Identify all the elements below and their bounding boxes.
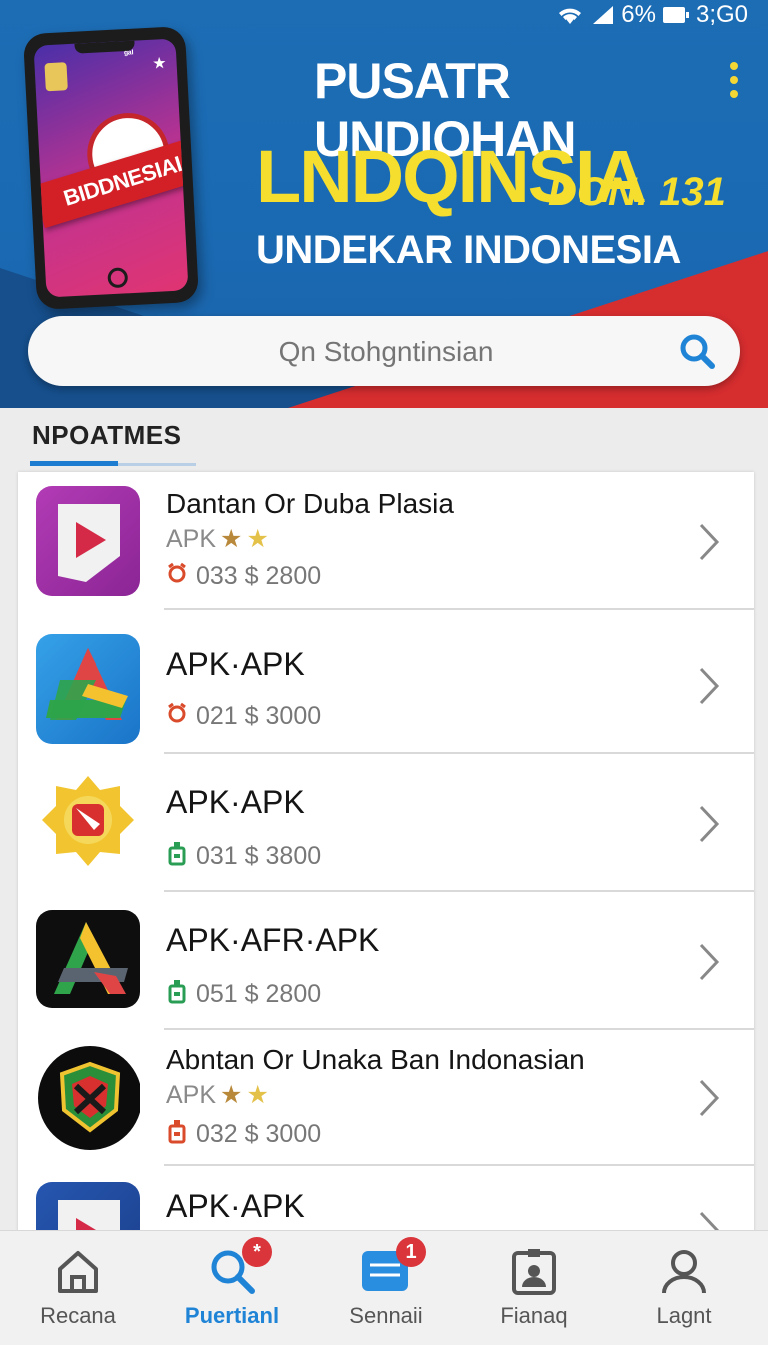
app-price-text: 032 $ 3000 xyxy=(196,1120,322,1148)
app-name: APK·APK xyxy=(166,784,305,820)
bottle-icon xyxy=(166,840,188,873)
app-price: 033 $ 2800 xyxy=(166,562,321,591)
star-icon: ★ xyxy=(246,1081,269,1109)
section-tab-indicator xyxy=(30,461,118,466)
search-icon[interactable] xyxy=(678,332,718,377)
badge-app-icon xyxy=(36,768,140,878)
app-price: 051 $ 2800 xyxy=(166,978,321,1011)
nav-label: Puertianl xyxy=(184,1303,280,1328)
signal-icon xyxy=(591,4,615,26)
star-icon: ★ xyxy=(246,525,269,553)
list-item[interactable]: Abntan Or Unaka Ban Indonasian APK ★ ★ 03… xyxy=(18,1028,754,1166)
phone-home-button-icon xyxy=(107,267,129,289)
list-item[interactable]: APK·APK xyxy=(18,1166,754,1232)
chevron-right-icon[interactable] xyxy=(698,1078,720,1123)
triangle-app-icon xyxy=(36,910,140,1008)
app-name: APK·APK xyxy=(166,1188,305,1224)
nav-label: Recana xyxy=(40,1303,116,1328)
id-badge-icon xyxy=(508,1245,560,1297)
list-item[interactable]: Dantan Or Duba Plasia APK ★ ★ 033 $ 2800 xyxy=(18,472,754,610)
alarm-icon xyxy=(166,702,188,731)
section-title: NPOATMES xyxy=(32,420,182,450)
clock: 3;G0 xyxy=(695,1,748,28)
nav-item-account[interactable]: Lagnt xyxy=(614,1231,754,1345)
header-subtitle-suffix: DON. 131 xyxy=(548,170,726,214)
list-item[interactable]: APK·AFR·APK 051 $ 2800 xyxy=(18,892,754,1030)
app-name: Dantan Or Duba Plasia xyxy=(166,488,454,519)
star-icon: ★ xyxy=(220,525,243,553)
bottle-icon xyxy=(166,1118,188,1151)
app-type: APK ★ ★ xyxy=(166,1080,269,1110)
status-bar: 6% 3;G0 xyxy=(555,0,748,30)
app-price-text: 021 $ 3000 xyxy=(196,702,322,730)
app-list: Dantan Or Duba Plasia APK ★ ★ 033 $ 2800 … xyxy=(18,472,754,1232)
chevron-right-icon[interactable] xyxy=(698,522,720,567)
app-price-text: 033 $ 2800 xyxy=(196,562,322,590)
drive-app-icon xyxy=(36,634,140,744)
app-name: APK·AFR·APK xyxy=(166,922,380,958)
header-banner: 6% 3;G0 ᵍᵃᴵ ★ BIDDNESIAI PUSATR UNDIOHAN… xyxy=(0,0,768,408)
star-icon: ★ xyxy=(151,54,168,73)
app-type-label: APK xyxy=(166,1080,217,1109)
nav-item-home[interactable]: Recana xyxy=(8,1231,148,1345)
battery-icon xyxy=(662,6,690,24)
bottle-icon xyxy=(166,978,188,1011)
section-tab-indicator-track xyxy=(118,463,196,466)
nav-label: Fianaq xyxy=(500,1303,568,1328)
app-price-text: 031 $ 3800 xyxy=(196,842,322,870)
nav-item-messages[interactable]: 1 Sennaii xyxy=(316,1231,456,1345)
app-price: 032 $ 3000 xyxy=(166,1118,321,1151)
nav-label: Lagnt xyxy=(656,1303,712,1328)
app-price: 031 $ 3800 xyxy=(166,840,321,873)
nav-item-profile-card[interactable]: Fianaq xyxy=(464,1231,604,1345)
nav-item-search[interactable]: * Puertianl xyxy=(162,1231,302,1345)
play-app-icon xyxy=(36,1182,140,1232)
phone-mini-text: ᵍᵃᴵ xyxy=(123,48,134,61)
row-divider xyxy=(164,608,754,610)
nav-label: Sennaii xyxy=(349,1303,423,1328)
app-price: 021 $ 3000 xyxy=(166,702,321,731)
chevron-right-icon[interactable] xyxy=(698,1210,720,1232)
more-options-icon[interactable] xyxy=(730,62,738,98)
home-icon xyxy=(52,1245,104,1297)
notification-badge: 1 xyxy=(396,1237,426,1267)
bottom-nav: Recana * Puertianl 1 Sennaii Fianaq Lagn… xyxy=(0,1230,768,1345)
phone-screen: ᵍᵃᴵ ★ BIDDNESIAI xyxy=(33,38,189,298)
chevron-right-icon[interactable] xyxy=(698,666,720,711)
shield-app-icon xyxy=(36,1042,140,1152)
header-tagline: UNDEKAR INDONESIA xyxy=(256,228,681,272)
notification-badge: * xyxy=(242,1237,272,1267)
app-type: APK ★ ★ xyxy=(166,524,269,554)
chevron-right-icon[interactable] xyxy=(698,942,720,987)
wifi-icon xyxy=(555,4,585,26)
list-item[interactable]: APK·APK 021 $ 3000 xyxy=(18,616,754,754)
search-input[interactable] xyxy=(28,316,744,388)
star-icon: ★ xyxy=(220,1081,243,1109)
alarm-icon xyxy=(166,562,188,591)
list-item[interactable]: APK·APK 031 $ 3800 xyxy=(18,754,754,892)
play-app-icon xyxy=(36,486,140,596)
app-name: APK·APK xyxy=(166,646,305,682)
garuda-emblem-icon xyxy=(44,62,68,92)
chevron-right-icon[interactable] xyxy=(698,804,720,849)
user-icon xyxy=(658,1245,710,1297)
phone-illustration: ᵍᵃᴵ ★ BIDDNESIAI xyxy=(22,25,200,311)
battery-percent: 6% xyxy=(621,1,656,28)
app-name: Abntan Or Unaka Ban Indonasian xyxy=(166,1044,585,1075)
app-type-label: APK xyxy=(166,524,217,553)
app-price-text: 051 $ 2800 xyxy=(196,980,322,1008)
search-bar[interactable] xyxy=(28,316,744,388)
